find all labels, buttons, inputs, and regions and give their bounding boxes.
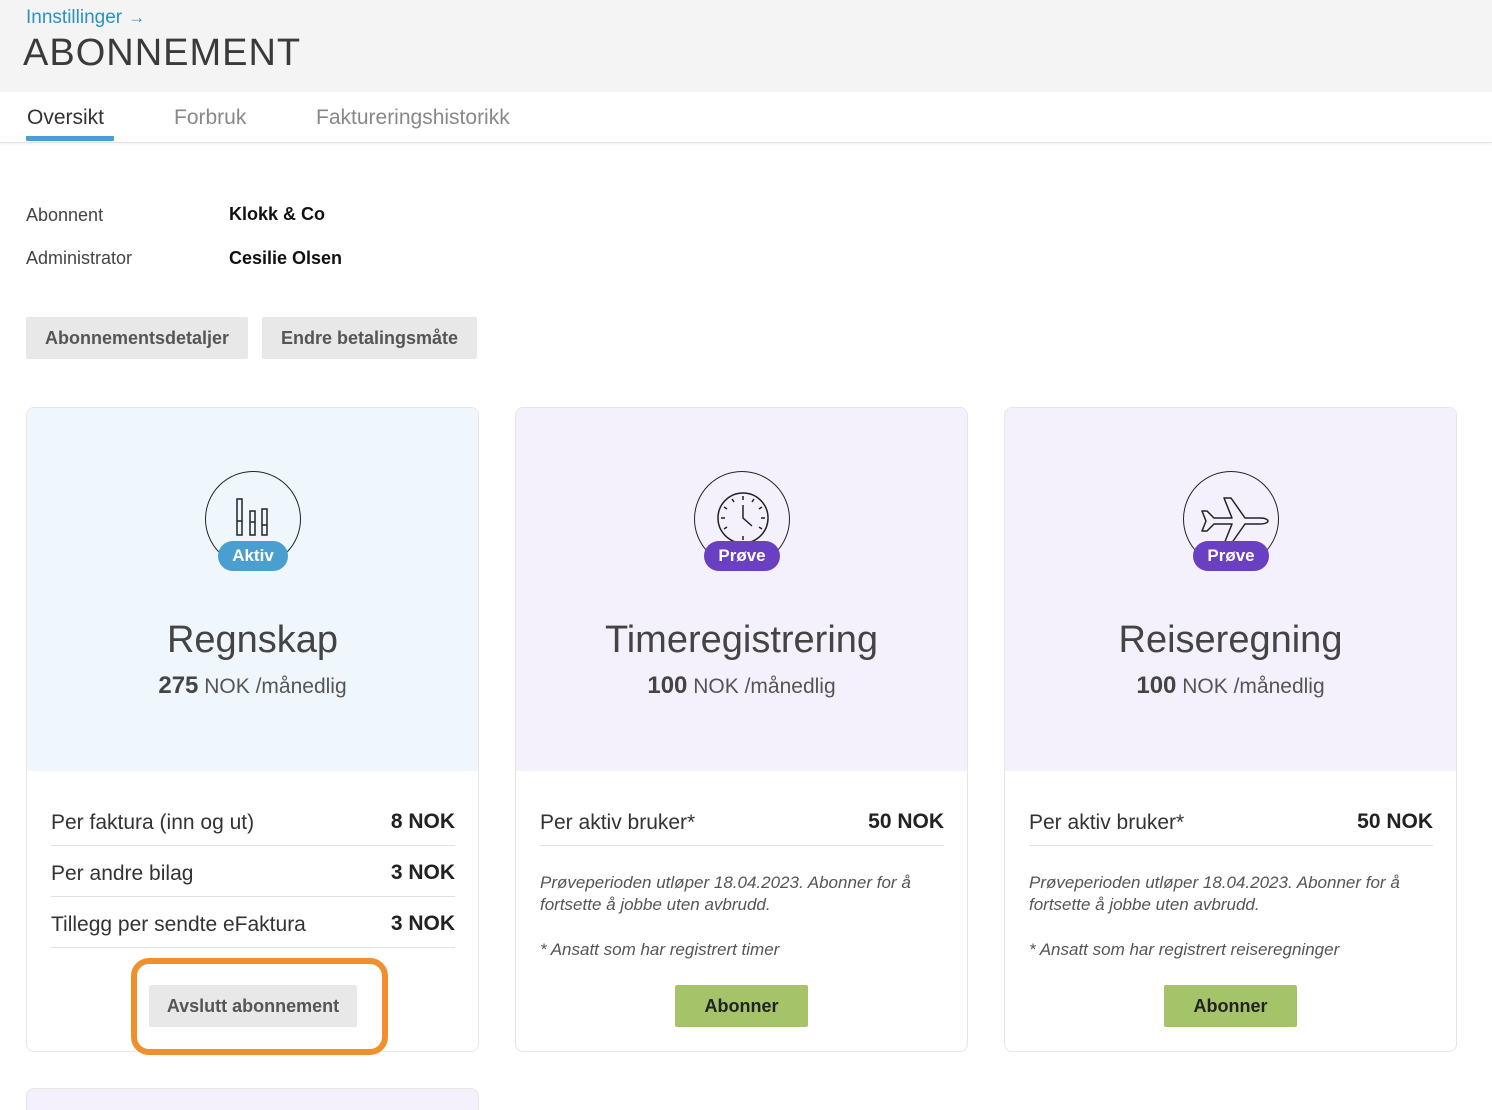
status-badge: Prøve	[1193, 541, 1269, 571]
product-card-reiseregning: Prøve Reiseregning 100 NOK /månedlig Per…	[1004, 407, 1457, 1052]
price-row-label: Per aktiv bruker*	[540, 811, 696, 834]
price-row-value: 8 NOK	[390, 810, 455, 833]
price-row: Tillegg per sendte eFaktura 3 NOK	[51, 897, 455, 948]
price-row-label: Per andre bilag	[51, 862, 194, 885]
cancel-subscription-button[interactable]: Avslutt abonnement	[149, 985, 357, 1027]
price-row: Per aktiv bruker* 50 NOK	[540, 795, 944, 846]
breadcrumb-label[interactable]: Innstillinger	[26, 7, 122, 28]
product-name: Regnskap	[166, 619, 339, 661]
tab-forbruk[interactable]: Forbruk	[174, 106, 246, 130]
product-name: Reiseregning	[1118, 619, 1343, 661]
active-tab-indicator	[26, 136, 114, 141]
status-badge: Aktiv	[218, 541, 288, 571]
subscriber-value: Klokk & Co	[229, 204, 326, 224]
arrow-right-icon: →	[128, 8, 146, 27]
page-header: Innstillinger → ABONNEMENT	[0, 0, 1492, 92]
price-row: Per aktiv bruker* 50 NOK	[1029, 795, 1433, 846]
trial-note: Prøveperioden utløper 18.04.2023. Abonne…	[1029, 873, 1400, 914]
price-row-label: Per aktiv bruker*	[1029, 811, 1185, 834]
change-payment-method-button[interactable]: Endre betalingsmåte	[262, 317, 477, 359]
card-header: Aktiv Regnskap 275 NOK /månedlig	[27, 408, 478, 771]
subscription-details-button[interactable]: Abonnementsdetaljer	[26, 317, 248, 359]
product-card-regnskap: Aktiv Regnskap 275 NOK /månedlig Per fak…	[26, 407, 479, 1052]
tab-faktureringshistorikk[interactable]: Faktureringshistorikk	[316, 106, 510, 130]
product-price: 100 NOK /månedlig	[1005, 672, 1456, 700]
price-row: Per andre bilag 3 NOK	[51, 846, 455, 897]
tab-oversikt[interactable]: Oversikt	[27, 106, 104, 130]
card-header: Prøve Timeregistrering 100 NOK /månedlig	[516, 408, 967, 771]
page-title: ABONNEMENT	[23, 32, 302, 74]
product-card-timeregistrering: Prøve Timeregistrering 100 NOK /månedlig…	[515, 407, 968, 1052]
price-row-label: Tillegg per sendte eFaktura	[51, 913, 306, 936]
price-row-value: 3 NOK	[390, 912, 455, 935]
price-row-value: 50 NOK	[1357, 810, 1433, 833]
product-price: 100 NOK /månedlig	[516, 672, 967, 700]
price-unit: NOK /månedlig	[693, 675, 836, 698]
card-header: Prøve Reiseregning 100 NOK /månedlig	[1005, 408, 1456, 771]
price-row: Per faktura (inn og ut) 8 NOK	[51, 795, 455, 846]
subscriber-label: Abonnent	[26, 205, 104, 225]
footnote: * Ansatt som har registrert reiseregning…	[1029, 940, 1340, 959]
status-badge: Prøve	[704, 541, 780, 571]
price-amount: 100	[647, 672, 688, 699]
breadcrumb-settings-link[interactable]: Innstillinger →	[26, 7, 145, 29]
price-row-label: Per faktura (inn og ut)	[51, 811, 255, 834]
subscribe-button[interactable]: Abonner	[1164, 985, 1297, 1027]
price-row-value: 50 NOK	[868, 810, 944, 833]
subscribe-button[interactable]: Abonner	[675, 985, 808, 1027]
price-unit: NOK /månedlig	[204, 675, 347, 698]
product-price: 275 NOK /månedlig	[27, 672, 478, 700]
price-unit: NOK /månedlig	[1182, 675, 1325, 698]
price-amount: 275	[158, 672, 199, 699]
trial-note: Prøveperioden utløper 18.04.2023. Abonne…	[540, 873, 911, 914]
admin-label: Administrator	[26, 248, 133, 268]
product-name: Timeregistrering	[604, 619, 879, 661]
price-row-value: 3 NOK	[390, 861, 455, 884]
price-amount: 100	[1136, 672, 1177, 699]
tab-bar: Oversikt Forbruk Faktureringshistorikk	[0, 92, 1492, 143]
admin-value: Cesilie Olsen	[229, 248, 343, 268]
product-card-partial	[26, 1088, 479, 1110]
footnote: * Ansatt som har registrert timer	[540, 940, 780, 959]
